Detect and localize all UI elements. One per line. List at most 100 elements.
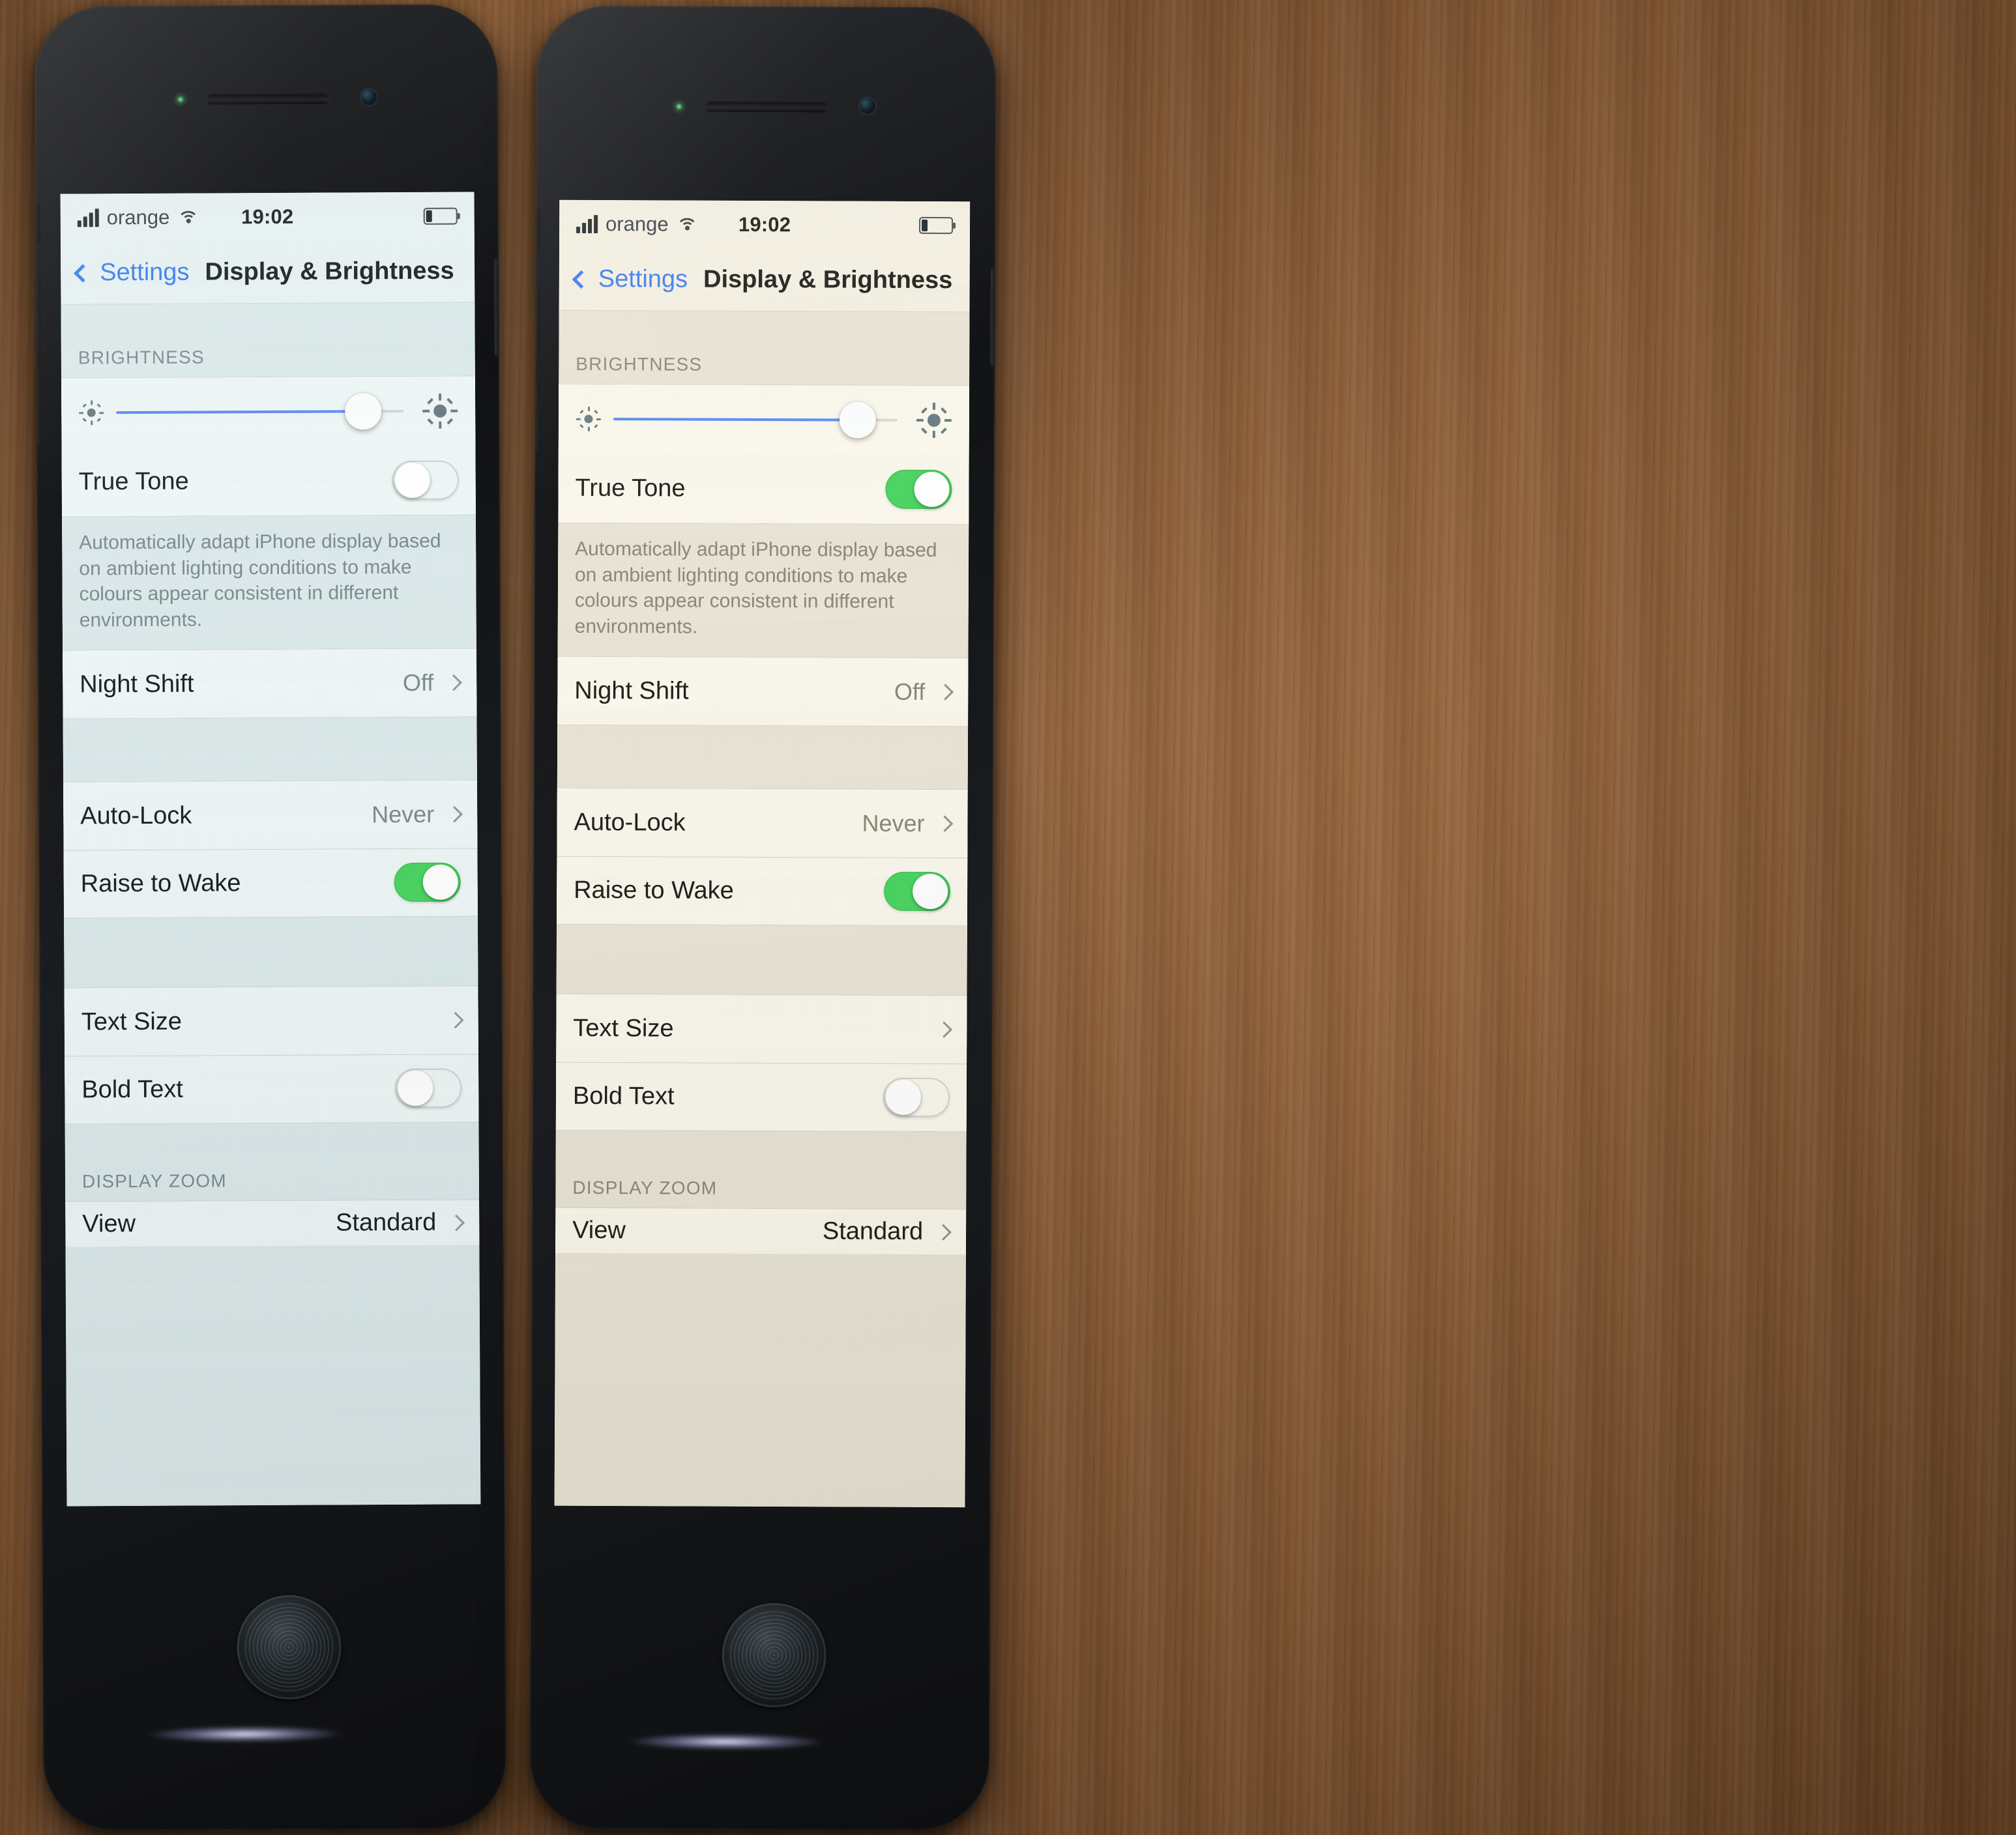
- row-auto-lock[interactable]: Auto-Lock Never: [63, 780, 478, 850]
- chevron-right-icon: [935, 1224, 952, 1241]
- carrier-label: orange: [106, 205, 170, 229]
- cellular-signal-icon: [77, 209, 99, 227]
- row-auto-lock[interactable]: Auto-Lock Never: [557, 788, 968, 858]
- section-header-brightness: BRIGHTNESS: [576, 353, 703, 375]
- battery-icon: [919, 216, 956, 235]
- raise-to-wake-toggle[interactable]: [394, 862, 461, 903]
- wifi-icon: [177, 209, 199, 232]
- row-raise-to-wake[interactable]: Raise to Wake: [63, 848, 478, 918]
- settings-list-right[interactable]: BRIGHTNESS True Tone Automatically adapt…: [554, 310, 970, 1508]
- earpiece-speaker-right: [704, 100, 828, 113]
- page-title: Display & Brightness: [703, 265, 953, 295]
- cellular-signal-icon: [576, 214, 598, 234]
- brightness-slider-track[interactable]: [116, 393, 404, 430]
- chevron-right-icon: [445, 674, 462, 691]
- brightness-slider-knob[interactable]: [345, 393, 382, 430]
- true-tone-toggle[interactable]: [392, 460, 459, 500]
- back-button-settings[interactable]: Settings: [74, 258, 190, 287]
- raise-to-wake-toggle[interactable]: [884, 872, 951, 912]
- chevron-right-icon: [447, 1012, 464, 1029]
- nav-bar-right: Settings Display & Brightness: [559, 248, 970, 313]
- group-text: Text Size Bold Text: [64, 985, 479, 1125]
- sun-small-icon: [78, 399, 104, 426]
- auto-lock-label: Auto-Lock: [574, 808, 686, 837]
- status-bar-right: orange 19:02: [559, 199, 971, 250]
- true-tone-description: Automatically adapt iPhone display based…: [557, 523, 969, 658]
- chevron-right-icon: [936, 815, 954, 833]
- mute-switch-left[interactable]: [35, 201, 40, 245]
- group-lock: Auto-Lock Never Raise to Wake: [556, 788, 968, 927]
- chevron-right-icon: [937, 684, 954, 701]
- brightness-slider-row[interactable]: [61, 376, 476, 448]
- status-bar-left: orange 19:02: [60, 192, 475, 242]
- row-true-tone[interactable]: True Tone: [61, 445, 476, 517]
- page-title: Display & Brightness: [205, 257, 454, 286]
- auto-lock-value: Never: [372, 801, 435, 828]
- row-view[interactable]: View Standard: [65, 1199, 480, 1247]
- back-button-label: Settings: [100, 258, 190, 287]
- chevron-right-icon: [448, 1214, 465, 1232]
- brightness-slider-row[interactable]: [558, 384, 970, 455]
- bold-text-toggle[interactable]: [395, 1068, 462, 1108]
- battery-icon: [423, 207, 460, 225]
- bold-text-label: Bold Text: [572, 1082, 675, 1110]
- proximity-sensor-left: [176, 95, 184, 104]
- section-header-brightness: BRIGHTNESS: [78, 347, 205, 368]
- night-shift-value: Off: [894, 678, 926, 706]
- row-bold-text[interactable]: Bold Text: [555, 1062, 967, 1132]
- group-brightness: True Tone: [558, 383, 970, 525]
- back-button-settings[interactable]: Settings: [572, 265, 688, 294]
- true-tone-description: Automatically adapt iPhone display based…: [61, 515, 476, 650]
- screen-left: orange 19:02 Settings Display & Brightne…: [60, 192, 481, 1507]
- clock-label: 19:02: [738, 212, 791, 237]
- spacer-1: [557, 725, 969, 790]
- wifi-icon: [676, 216, 699, 239]
- group-lock: Auto-Lock Never Raise to Wake: [63, 779, 478, 919]
- view-label: View: [572, 1217, 626, 1245]
- front-camera-left: [360, 89, 377, 106]
- true-tone-toggle[interactable]: [885, 469, 952, 510]
- carrier-label: orange: [606, 212, 669, 236]
- back-button-label: Settings: [598, 265, 688, 293]
- text-size-label: Text Size: [573, 1014, 674, 1043]
- row-bold-text[interactable]: Bold Text: [65, 1054, 479, 1124]
- brightness-slider-track[interactable]: [613, 401, 898, 439]
- sun-large-icon: [422, 393, 458, 429]
- bezel-reflection-right: [628, 1733, 824, 1751]
- chevron-right-icon: [446, 806, 463, 823]
- home-button-left[interactable]: [237, 1595, 342, 1700]
- section-header-display-zoom: DISPLAY ZOOM: [81, 1170, 227, 1192]
- row-raise-to-wake[interactable]: Raise to Wake: [556, 856, 968, 926]
- chevron-right-icon: [935, 1021, 953, 1039]
- front-camera-right: [859, 98, 875, 114]
- view-label: View: [82, 1210, 136, 1238]
- raise-to-wake-label: Raise to Wake: [80, 869, 241, 898]
- auto-lock-value: Never: [862, 809, 925, 837]
- earpiece-speaker-left: [205, 93, 330, 105]
- row-night-shift[interactable]: Night Shift Off: [557, 657, 969, 727]
- night-shift-value: Off: [402, 669, 434, 697]
- screen-right: orange 19:02 Settings Display & Brightne…: [554, 199, 971, 1508]
- row-text-size[interactable]: Text Size: [64, 986, 479, 1056]
- chevron-left-icon: [572, 270, 591, 289]
- home-button-right[interactable]: [722, 1602, 826, 1708]
- settings-list-left[interactable]: BRIGHTNESS True Tone Automatically adapt…: [61, 302, 481, 1507]
- spacer-2: [556, 925, 967, 996]
- bezel-reflection-left: [147, 1725, 343, 1743]
- phone-right: orange 19:02 Settings Display & Brightne…: [529, 5, 997, 1831]
- group-night-shift: Night Shift Off: [62, 648, 477, 719]
- bold-text-toggle[interactable]: [883, 1078, 950, 1118]
- row-text-size[interactable]: Text Size: [556, 994, 967, 1064]
- view-value: Standard: [335, 1209, 437, 1237]
- brightness-slider-knob[interactable]: [839, 401, 876, 439]
- view-value: Standard: [822, 1217, 924, 1246]
- night-shift-label: Night Shift: [80, 670, 194, 699]
- row-night-shift[interactable]: Night Shift Off: [62, 648, 477, 719]
- row-true-tone[interactable]: True Tone: [558, 453, 969, 525]
- sun-small-icon: [576, 406, 602, 432]
- group-brightness: True Tone: [61, 375, 476, 517]
- text-size-label: Text Size: [81, 1007, 183, 1036]
- spacer-1: [63, 717, 477, 782]
- row-view[interactable]: View Standard: [555, 1207, 967, 1255]
- group-night-shift: Night Shift Off: [557, 656, 969, 727]
